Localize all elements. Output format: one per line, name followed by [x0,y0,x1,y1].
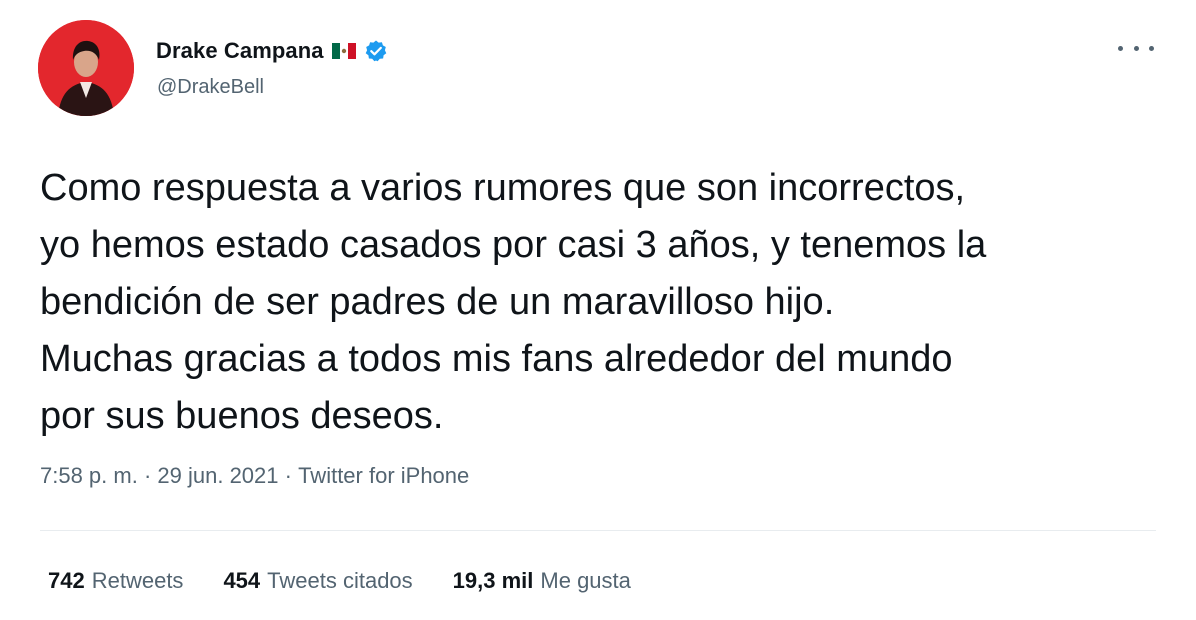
more-icon[interactable] [1118,38,1154,58]
retweets-stat[interactable]: 742 Retweets [48,568,183,594]
likes-count: 19,3 mil [452,568,534,593]
author-name-row: Drake Campana [156,36,388,66]
likes-stat[interactable]: 19,3 mil Me gusta [453,568,631,594]
likes-label: Me gusta [540,568,631,593]
tweet-time[interactable]: 7:58 p. m. [40,463,138,489]
tweet-meta: 7:58 p. m. · 29 jun. 2021 · Twitter for … [40,463,469,489]
quote-tweets-stat[interactable]: 454 Tweets citados [223,568,412,594]
avatar[interactable] [38,20,134,116]
mexico-flag-icon [331,43,356,59]
tweet-card: Drake Campana @DrakeBell Como respuesta … [0,0,1196,620]
tweet-source[interactable]: Twitter for iPhone [298,463,469,489]
tweet-text: Como respuesta a varios rumores que son … [40,167,987,437]
author-display-name[interactable]: Drake Campana [156,38,324,64]
retweets-label: Retweets [91,568,184,593]
author-handle[interactable]: @DrakeBell [157,76,264,99]
retweets-count: 742 [48,568,85,593]
divider [40,530,1156,531]
verified-badge-icon [364,39,388,63]
meta-separator: · [137,463,158,488]
tweet-date[interactable]: 29 jun. 2021 [157,463,278,489]
quote-tweets-count: 454 [223,568,261,593]
person-silhouette-icon [38,20,134,116]
meta-separator: · [278,463,299,488]
quote-tweets-label: Tweets citados [267,568,413,593]
tweet-stats: 742 Retweets 454 Tweets citados 19,3 mil… [48,568,671,594]
